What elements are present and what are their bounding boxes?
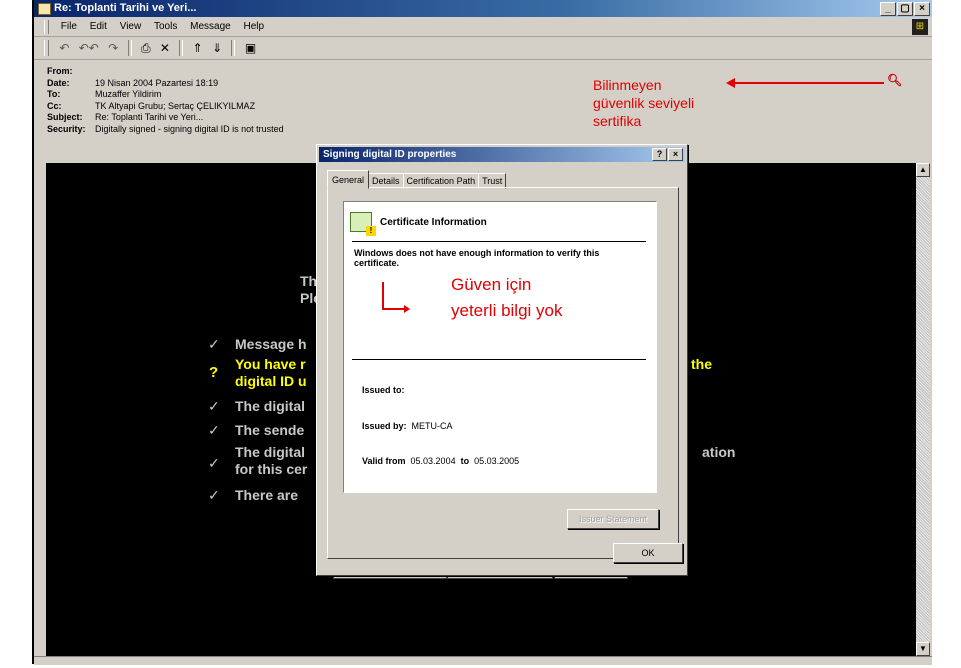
minimize-button[interactable]: _	[880, 2, 896, 16]
date-value: 19 Nisan 2004 Pazartesi 18:19	[95, 77, 219, 88]
annotation-not-enough-info: Güven için yeterli bilgi yok	[451, 272, 563, 324]
toolbar-separator	[127, 40, 132, 56]
security-item-end: ation	[702, 444, 736, 460]
annotation-line: Güven için	[451, 275, 532, 294]
scroll-up-button[interactable]: ▲	[916, 163, 930, 177]
forward-icon[interactable]: ↷	[105, 37, 121, 59]
question-icon: ?	[209, 364, 219, 381]
validity-row: Valid from 05.03.2004 to 05.03.2005	[362, 456, 519, 466]
valid-from-value: 05.03.2004	[410, 456, 456, 466]
ok-button[interactable]: OK	[613, 543, 683, 563]
issued-to-row: Issued to:	[362, 385, 405, 395]
menu-file[interactable]: File	[56, 18, 82, 36]
issued-by-label: Issued by:	[362, 421, 407, 431]
valid-from-label: Valid from	[362, 456, 406, 466]
security-item: Message h	[235, 336, 307, 352]
security-item: The sende	[235, 422, 305, 438]
menu-bar: File Edit View Tools Message Help	[34, 18, 932, 37]
annotation-line: yeterli bilgi yok	[451, 301, 563, 320]
toolbar-grip	[44, 40, 49, 56]
addresses-icon[interactable]: ▣	[242, 37, 259, 59]
dialog-title-bar[interactable]: Signing digital ID properties ? ×	[319, 147, 685, 162]
dialog-help-button[interactable]: ?	[652, 148, 667, 161]
security-value: Digitally signed - signing digital ID is…	[95, 123, 284, 134]
check-icon: ✓	[208, 422, 220, 438]
menu-tools[interactable]: Tools	[149, 18, 182, 36]
certificate-warning-icon	[350, 212, 376, 236]
annotation-unknown-certificate: Bilinmeyen güvenlik seviyeli sertifika	[593, 76, 694, 130]
toolbar: ↶ ↶↶ ↷ ⎙ ✕ ⇑ ⇓ ▣	[34, 37, 932, 60]
valid-to-value: 05.03.2005	[474, 456, 520, 466]
menu-help[interactable]: Help	[238, 18, 269, 36]
toolbar-separator	[179, 40, 184, 56]
security-item: The digital	[235, 444, 305, 460]
security-item-warning: You have r	[235, 356, 306, 372]
scroll-down-button[interactable]: ▼	[916, 642, 930, 656]
check-icon: ✓	[208, 398, 220, 414]
security-item: The digital	[235, 398, 305, 414]
window-title: Re: Toplanti Tarihi ve Yeri...	[54, 2, 197, 14]
certificate-info-title: Certificate Information	[380, 217, 487, 228]
check-icon: ✓	[208, 487, 220, 503]
dialog-close-button[interactable]: ×	[668, 148, 683, 161]
general-tab-panel: Certificate Information Windows does not…	[327, 187, 679, 559]
annotation-arrow	[382, 282, 384, 310]
security-item-warning: digital ID u	[235, 373, 307, 389]
print-icon[interactable]: ⎙	[138, 37, 154, 59]
message-header: From: Date: 19 Nisan 2004 Pazartesi 18:19…	[47, 66, 284, 135]
close-button[interactable]: ×	[914, 2, 930, 16]
envelope-icon	[38, 3, 51, 15]
issued-by-value: METU-CA	[411, 421, 453, 431]
menu-message[interactable]: Message	[185, 18, 236, 36]
annotation-line: sertifika	[593, 113, 642, 129]
message-window: Re: Toplanti Tarihi ve Yeri... _ ▢ × File …	[34, 0, 932, 665]
annotation-line: güvenlik seviyeli	[593, 95, 695, 111]
certificate-message: Windows does not have enough information…	[354, 248, 600, 268]
delete-icon[interactable]: ✕	[157, 37, 173, 59]
date-label: Date:	[47, 77, 70, 88]
toolbar-separator	[231, 40, 236, 56]
security-item: for this cer	[235, 461, 308, 477]
status-bar	[34, 656, 932, 665]
title-bar[interactable]: Re: Toplanti Tarihi ve Yeri... _ ▢ ×	[34, 0, 932, 17]
subject-value: Re: Toplanti Tarihi ve Yeri...	[95, 112, 204, 122]
dialog-title: Signing digital ID properties	[323, 149, 457, 160]
check-icon: ✓	[208, 455, 220, 471]
maximize-button[interactable]: ▢	[897, 2, 913, 16]
certificate-dialog: Signing digital ID properties ? × General…	[316, 144, 688, 576]
annotation-arrow	[382, 305, 410, 313]
reply-icon[interactable]: ↶	[56, 37, 72, 59]
annotation-arrow	[726, 78, 884, 88]
annotation-line: Bilinmeyen	[593, 77, 662, 93]
divider	[352, 241, 646, 242]
next-icon[interactable]: ⇓	[209, 37, 225, 59]
issued-to-label: Issued to:	[362, 385, 405, 395]
tab-general[interactable]: General	[327, 170, 370, 189]
body-line: Th	[300, 273, 318, 289]
to-value[interactable]: Muzaffer Yildirim	[95, 89, 161, 101]
subject-label: Subject:	[47, 112, 83, 122]
menu-grip	[44, 20, 49, 34]
cc-value[interactable]: TK Altyapi Grubu; Sertaç ÇELIKYILMAZ	[95, 101, 255, 113]
divider	[352, 359, 646, 360]
valid-to-label: to	[460, 456, 470, 466]
vertical-scrollbar[interactable]: ▲ ▼	[916, 163, 930, 656]
to-label: To:	[47, 89, 61, 99]
issued-by-row: Issued by: METU-CA	[362, 421, 453, 431]
menu-edit[interactable]: Edit	[85, 18, 112, 36]
windows-logo-icon: ⊞	[912, 19, 928, 35]
security-item-warning-end: the	[691, 356, 712, 372]
security-item: There are	[235, 487, 299, 503]
security-warning-icon[interactable]: 🔍︎	[887, 73, 902, 87]
menu-view[interactable]: View	[115, 18, 147, 36]
issuer-statement-button[interactable]: Issuer Statement	[567, 509, 659, 529]
reply-all-icon[interactable]: ↶↶	[76, 37, 102, 59]
check-icon: ✓	[208, 336, 220, 352]
cc-label: Cc:	[47, 100, 62, 111]
from-label: From:	[47, 66, 73, 76]
previous-icon[interactable]: ⇑	[190, 37, 206, 59]
certificate-info-box: Certificate Information Windows does not…	[343, 201, 657, 493]
security-label: Security:	[47, 123, 86, 134]
